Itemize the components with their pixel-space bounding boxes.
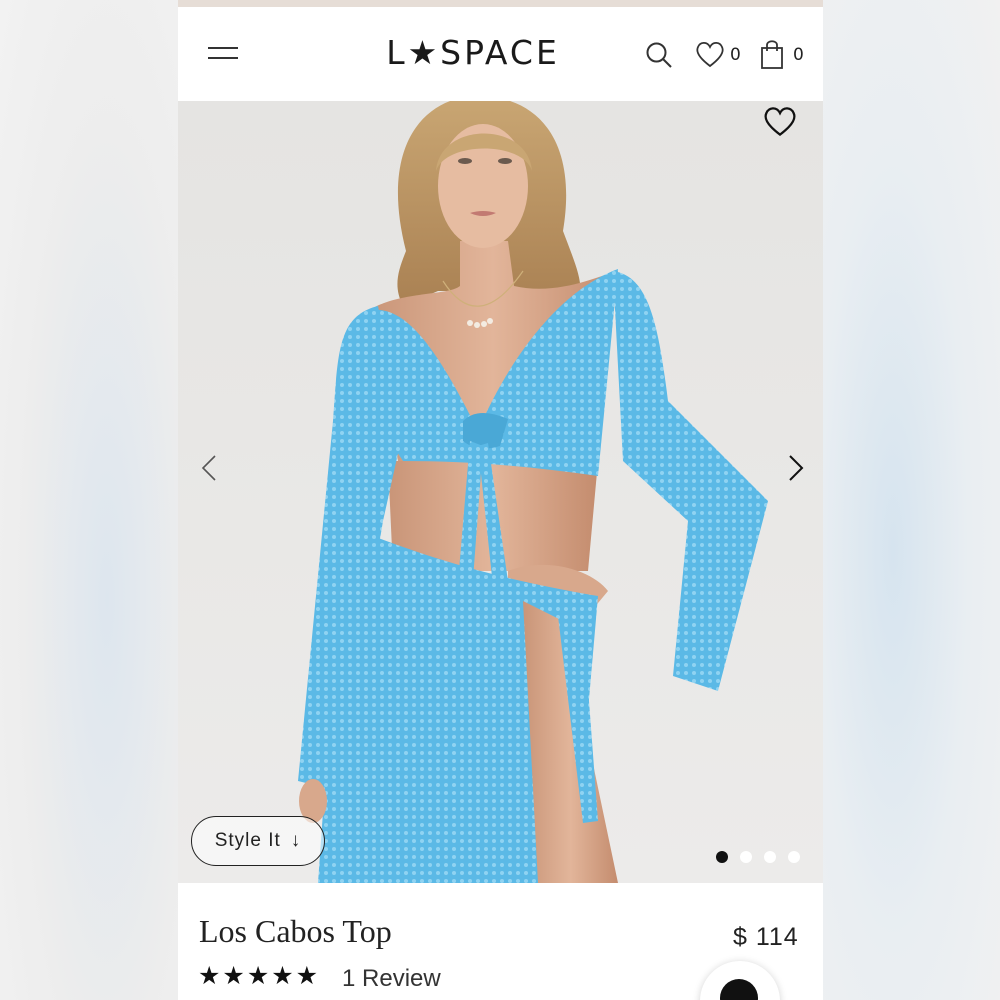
style-it-label: Style It xyxy=(214,830,281,851)
pagination-dot-4[interactable] xyxy=(788,851,800,863)
cart-button[interactable] xyxy=(760,38,786,70)
menu-button[interactable] xyxy=(206,43,240,67)
style-it-button[interactable]: Style It ↓ xyxy=(191,816,325,866)
hamburger-menu-icon xyxy=(208,47,238,49)
shopping-bag-icon xyxy=(761,40,783,69)
chevron-left-icon xyxy=(201,455,216,481)
pagination-dot-2[interactable] xyxy=(740,851,752,863)
product-gallery[interactable]: Style It ↓ xyxy=(178,101,823,883)
pagination-dot-3[interactable] xyxy=(764,851,776,863)
search-icon xyxy=(646,42,672,68)
next-image-button[interactable] xyxy=(780,453,810,483)
top-strip xyxy=(178,0,823,7)
product-name: Los Cabos Top xyxy=(199,913,392,949)
heart-outline-icon xyxy=(764,107,796,137)
reviews-link[interactable]: 1 Review xyxy=(342,965,441,993)
background-left xyxy=(0,0,178,1000)
site-header: L★SPACE 0 0 xyxy=(178,7,823,101)
pagination-dot-1[interactable] xyxy=(716,851,728,863)
rating-stars: ★★★★★ xyxy=(198,962,321,990)
favorite-button[interactable] xyxy=(763,105,797,139)
down-arrow-icon: ↓ xyxy=(290,830,302,851)
hamburger-menu-line xyxy=(208,57,238,59)
heart-icon xyxy=(696,41,724,68)
product-image xyxy=(298,101,768,883)
prev-image-button[interactable] xyxy=(195,453,225,483)
chat-icon xyxy=(720,979,758,1000)
product-page: L★SPACE 0 0 Style It ↓ Los Cabos Top $ 1… xyxy=(178,0,823,1000)
wishlist-button[interactable] xyxy=(695,40,729,70)
wishlist-count: 0 xyxy=(730,45,741,65)
product-price: $ 114 xyxy=(733,923,799,951)
cart-count: 0 xyxy=(793,45,804,65)
background-right xyxy=(822,0,1000,1000)
search-button[interactable] xyxy=(644,40,674,70)
gallery-pagination xyxy=(716,851,800,863)
chevron-right-icon xyxy=(789,455,804,481)
product-info: Los Cabos Top $ 114 ★★★★★ 1 Review xyxy=(178,883,823,1000)
chat-button[interactable] xyxy=(700,961,780,1000)
site-logo[interactable]: L★SPACE xyxy=(378,31,568,75)
